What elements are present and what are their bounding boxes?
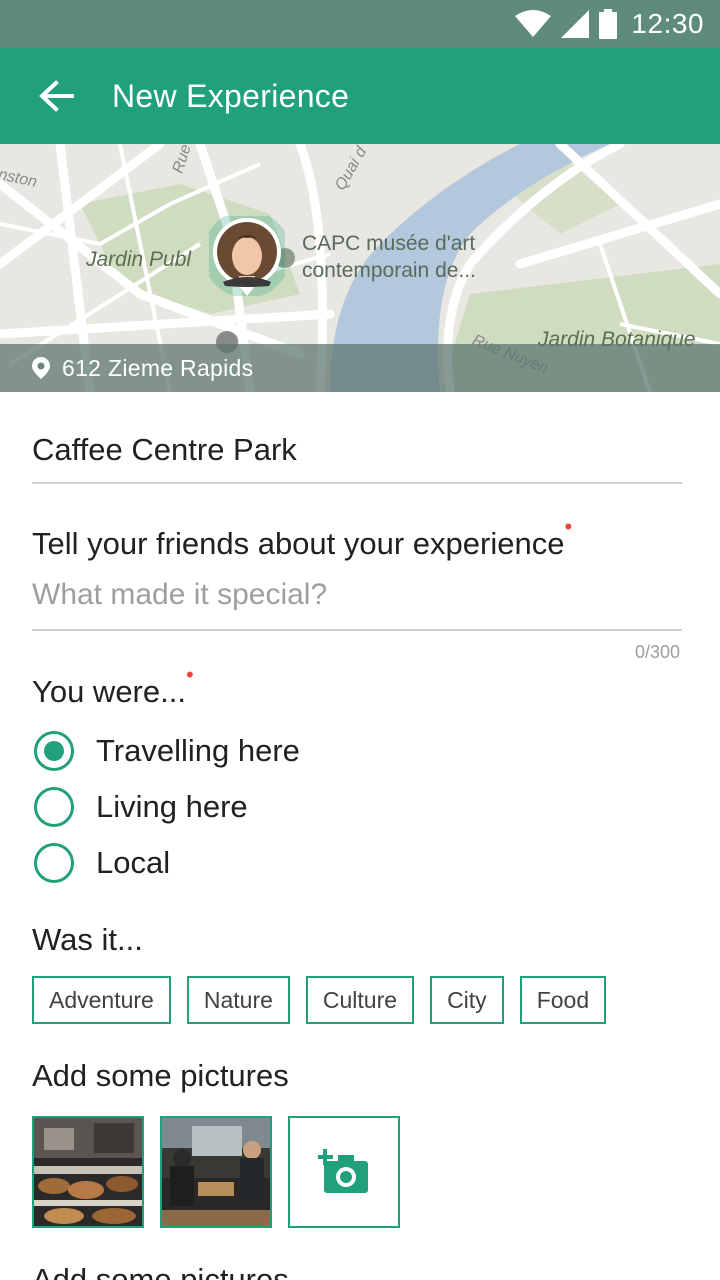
user-avatar-pin[interactable] xyxy=(203,210,291,298)
story-label-text: Tell your friends about your experience xyxy=(32,526,565,561)
cafe-photo xyxy=(162,1118,270,1226)
radio-label: Local xyxy=(96,845,171,880)
map-poi-capc-line2: contemporain de... xyxy=(302,259,476,282)
status-bar: 12:30 xyxy=(0,0,720,48)
story-input[interactable] xyxy=(32,578,682,612)
location-pin-icon xyxy=(32,357,50,379)
photo-thumbnail[interactable] xyxy=(32,1116,144,1228)
map-poi-jardin-public: Jardin Publ xyxy=(86,248,192,271)
location-map[interactable]: nston Rue Quai d Jardin Publ CAPC musée … xyxy=(0,144,720,392)
status-time: 12:30 xyxy=(631,8,704,39)
add-photo-button[interactable] xyxy=(288,1116,400,1228)
place-name-field xyxy=(32,420,682,484)
photo-gallery xyxy=(32,1116,400,1228)
address-bar: 612 Zieme Rapids xyxy=(0,344,720,392)
battery-icon xyxy=(599,9,618,39)
address-text: 612 Zieme Rapids xyxy=(62,354,254,381)
story-label: Tell your friends about your experience• xyxy=(32,514,572,562)
you-were-label: You were...• xyxy=(32,662,194,710)
radio-living-here[interactable]: Living here xyxy=(34,787,248,827)
pictures-label-2: Add some pictures xyxy=(32,1262,289,1280)
place-name-input[interactable] xyxy=(32,420,682,468)
tag-chip-city[interactable]: City xyxy=(430,976,504,1024)
map-poi-capc: CAPC musée d'art contemporain de... xyxy=(302,230,476,284)
map-poi-capc-line1: CAPC musée d'art xyxy=(302,232,476,255)
radio-checked-icon xyxy=(34,731,74,771)
bakery-photo xyxy=(34,1118,142,1226)
photo-thumbnail[interactable] xyxy=(160,1116,272,1228)
pictures-label: Add some pictures xyxy=(32,1058,289,1093)
tag-chip-adventure[interactable]: Adventure xyxy=(32,976,171,1024)
add-photo-icon xyxy=(318,1149,368,1193)
radio-label: Travelling here xyxy=(96,733,300,768)
you-were-label-text: You were... xyxy=(32,674,186,709)
avatar xyxy=(203,210,291,298)
tag-chips: Adventure Nature Culture City Food xyxy=(32,976,622,1024)
radio-unchecked-icon xyxy=(34,787,74,827)
radio-unchecked-icon xyxy=(34,843,74,883)
back-button[interactable] xyxy=(0,48,112,144)
was-it-label: Was it... xyxy=(32,922,143,957)
story-field xyxy=(32,578,682,631)
required-indicator: • xyxy=(185,662,194,687)
page-title: New Experience xyxy=(112,77,350,114)
tag-chip-culture[interactable]: Culture xyxy=(305,976,415,1024)
back-arrow-icon xyxy=(39,80,74,112)
tag-chip-nature[interactable]: Nature xyxy=(186,976,290,1024)
required-indicator: • xyxy=(564,514,573,539)
app-bar: New Experience xyxy=(0,48,720,144)
radio-travelling-here[interactable]: Travelling here xyxy=(34,731,300,771)
radio-local[interactable]: Local xyxy=(34,843,170,883)
tag-chip-food[interactable]: Food xyxy=(519,976,607,1024)
character-counter: 0/300 xyxy=(634,642,680,662)
radio-label: Living here xyxy=(96,789,248,824)
signal-icon xyxy=(561,10,590,38)
wifi-icon xyxy=(515,10,552,37)
